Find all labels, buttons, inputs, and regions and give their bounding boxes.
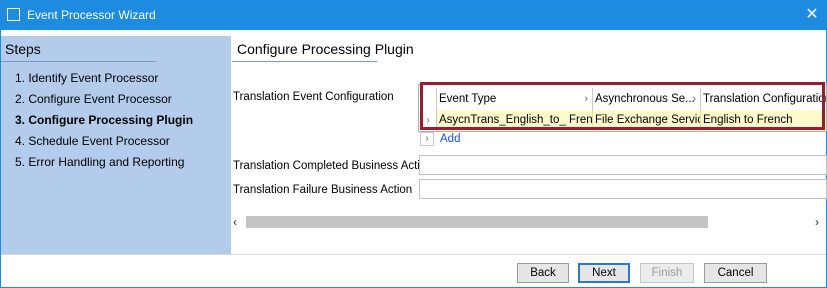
- scroll-left-icon[interactable]: ‹: [233, 215, 237, 229]
- app-window-icon: [7, 8, 20, 21]
- column-header-translation-configuration[interactable]: Translation Configuration: [701, 88, 826, 110]
- step-item-configure-event-processor: 2. Configure Event Processor: [15, 92, 172, 106]
- cell-translation-configuration[interactable]: English to French: [701, 110, 826, 131]
- completed-action-label: Translation Completed Business Action: [233, 160, 433, 172]
- add-row-link[interactable]: Add: [440, 133, 460, 145]
- chevron-right-icon: ›: [692, 93, 696, 105]
- footer-divider: [1, 254, 826, 255]
- page-title-divider: [232, 61, 377, 62]
- column-header-event-type[interactable]: Event Type ›: [437, 88, 593, 110]
- cell-event-type[interactable]: AsycnTrans_English_to_ French: [437, 110, 593, 131]
- chevron-right-icon: ›: [584, 93, 588, 105]
- add-row-icon[interactable]: ›: [420, 132, 434, 146]
- cell-async-service[interactable]: File Exchange Service: [593, 110, 701, 131]
- column-header-label: Translation Configuration: [703, 93, 826, 105]
- grid-corner: [420, 88, 437, 110]
- row-expand-icon[interactable]: ›: [420, 110, 437, 131]
- horizontal-scrollbar-thumb[interactable]: [246, 216, 708, 228]
- steps-divider: [1, 61, 156, 62]
- close-button[interactable]: ✕: [797, 0, 827, 30]
- cancel-button[interactable]: Cancel: [704, 263, 767, 283]
- page-title: Configure Processing Plugin: [237, 41, 414, 57]
- next-button[interactable]: Next: [578, 263, 630, 283]
- steps-list: 1. Identify Event Processor 2. Configure…: [15, 70, 193, 175]
- step-item-configure-processing-plugin: 3. Configure Processing Plugin: [15, 113, 194, 127]
- back-button[interactable]: Back: [517, 263, 569, 283]
- failure-action-field[interactable]: [419, 179, 827, 199]
- window-title: Event Processor Wizard: [27, 8, 156, 22]
- completed-action-field[interactable]: [419, 155, 827, 175]
- column-header-label: Event Type: [439, 93, 497, 105]
- title-bar: Event Processor Wizard ✕: [0, 0, 827, 30]
- finish-button: Finish: [640, 263, 694, 283]
- translation-event-label: Translation Event Configuration: [233, 91, 394, 103]
- step-item-identify: 1. Identify Event Processor: [15, 71, 159, 85]
- column-header-label: Asynchronous Se...: [595, 93, 695, 105]
- step-item-error-handling: 5. Error Handling and Reporting: [15, 155, 185, 169]
- column-header-async-service[interactable]: Asynchronous Se... ›: [593, 88, 701, 110]
- steps-title: Steps: [5, 41, 41, 57]
- failure-action-label: Translation Failure Business Action: [233, 184, 413, 196]
- translation-event-grid: Event Type › Asynchronous Se... › Transl…: [418, 84, 827, 132]
- steps-panel: Steps 1. Identify Event Processor 2. Con…: [1, 36, 231, 254]
- step-item-schedule: 4. Schedule Event Processor: [15, 134, 170, 148]
- scroll-right-icon[interactable]: ›: [815, 215, 819, 229]
